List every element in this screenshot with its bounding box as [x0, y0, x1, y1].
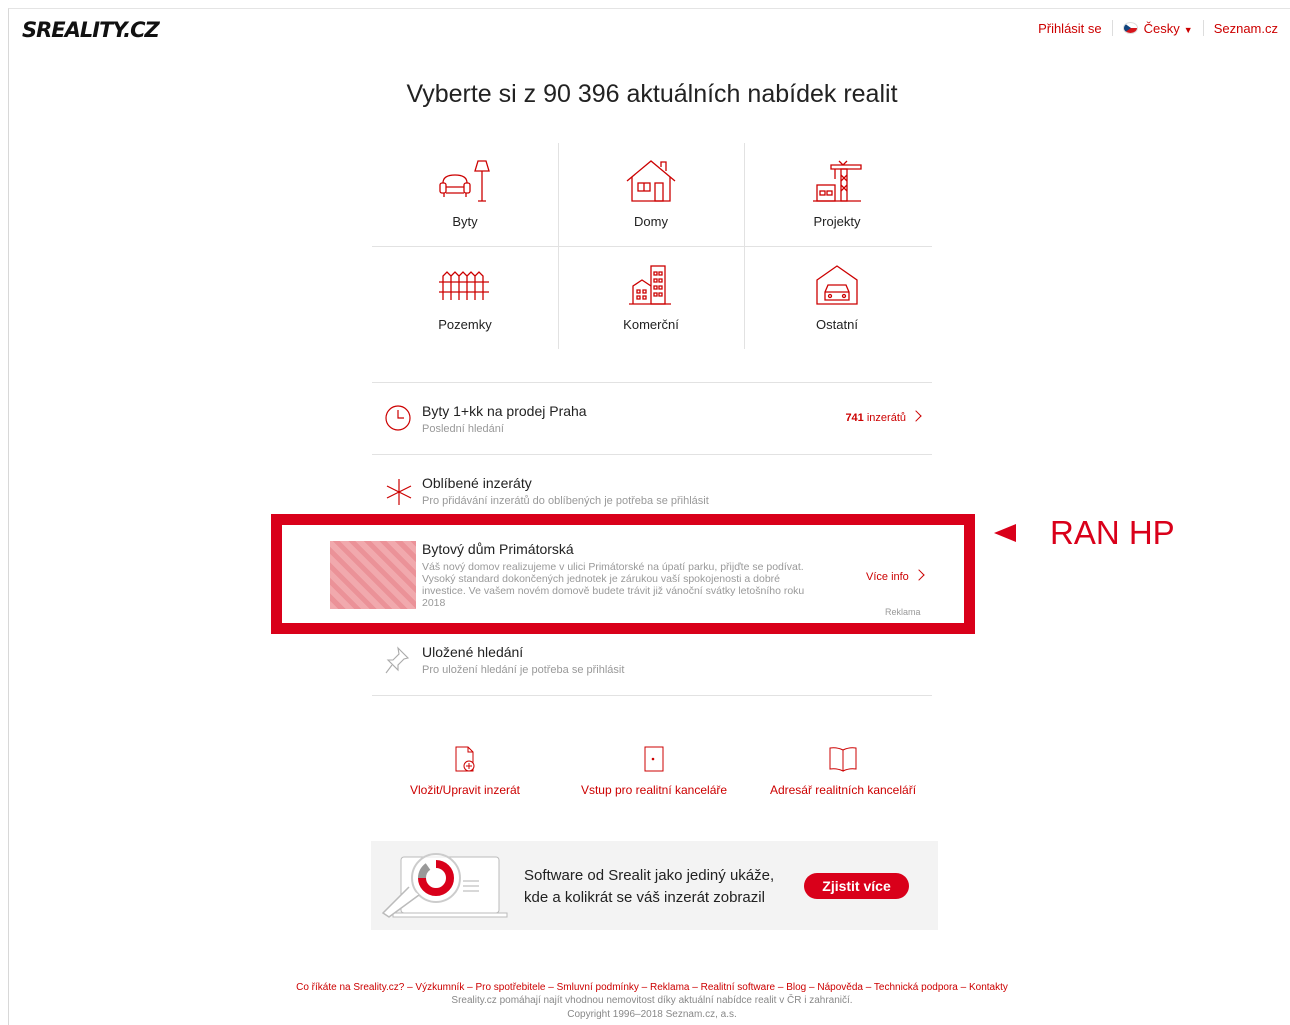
footer-link[interactable]: Blog [786, 982, 806, 993]
category-label: Projekty [813, 214, 861, 229]
footer-separator: – [545, 982, 557, 993]
quick-link-insert-listing[interactable]: Vložit/Upravit inzerát [395, 745, 535, 797]
crane-icon [813, 160, 862, 202]
quick-link-label: Adresář realitních kanceláří [769, 783, 917, 797]
caret-down-icon: ▼ [1183, 24, 1193, 35]
ad-more-info-link[interactable]: Více info [866, 569, 925, 583]
chevron-right-icon [910, 410, 922, 422]
count-number: 741 [845, 412, 864, 424]
category-grid: Byty Domy Projekty Pozemky Komerční Osta… [372, 143, 932, 349]
fence-icon [439, 271, 489, 300]
ad-title[interactable]: Bytový dům Primátorská [422, 541, 574, 557]
footer-link[interactable]: Nápověda [817, 982, 863, 993]
footer-links: Co říkáte na Sreality.cz? – Výzkumník – … [0, 982, 1290, 993]
category-pozemky[interactable]: Pozemky [372, 246, 558, 349]
footer-separator: – [404, 982, 416, 993]
footer-separator: – [464, 982, 476, 993]
favorites-row[interactable]: Oblíbené inzeráty Pro přidávání inzerátů… [372, 455, 932, 515]
annotation-label: RAN HP [1050, 514, 1175, 551]
seznam-link[interactable]: Seznam.cz [1204, 21, 1288, 36]
sreality-logo[interactable]: SREALITY.CZ [22, 18, 160, 42]
learn-more-button[interactable]: Zjistit více [804, 873, 909, 899]
footer-link[interactable]: Technická podpora [874, 982, 958, 993]
recent-search-count[interactable]: 741 inzerátů [845, 410, 922, 424]
favorites-subtitle: Pro přidávání inzerátů do oblíbených je … [422, 495, 709, 507]
category-label: Ostatní [816, 317, 858, 332]
top-navigation: Přihlásit se Česky ▼ Seznam.cz [1028, 20, 1288, 36]
footer-link[interactable]: Kontakty [969, 982, 1008, 993]
quick-link-label: Vstup pro realitní kanceláře [580, 783, 728, 797]
recent-search-row[interactable]: Byty 1+kk na prodej Praha Poslední hledá… [372, 383, 932, 454]
category-ostatni[interactable]: Ostatní [744, 246, 930, 349]
footer-link[interactable]: Smluvní podmínky [557, 982, 639, 993]
promo-line-1: Software od Srealit jako jediný ukáže, [524, 867, 775, 884]
quick-link-agency-directory[interactable]: Adresář realitních kanceláří [763, 745, 923, 797]
promo-line-2: kde a kolikrát se váš inzerát zobrazil [524, 889, 765, 906]
quick-link-label: Vložit/Upravit inzerát [409, 783, 521, 797]
page-title: Vyberte si z 90 396 aktuálních nabídek r… [406, 80, 898, 108]
count-suffix: inzerátů [866, 412, 906, 424]
ad-image[interactable] [330, 541, 416, 609]
commercial-building-icon [629, 265, 671, 305]
footer-copyright: Copyright 1996–2018 Seznam.cz, a.s. [567, 1009, 737, 1020]
house-icon [626, 160, 676, 202]
recent-search-subtitle: Poslední hledání [422, 423, 504, 435]
saved-search-title: Uložené hledání [422, 644, 524, 660]
door-icon [644, 746, 664, 772]
footer-link[interactable]: Reklama [650, 982, 689, 993]
language-label: Česky [1143, 20, 1180, 36]
saved-search-subtitle: Pro uložení hledání je potřeba se přihlá… [422, 664, 625, 676]
footer-separator: – [957, 982, 969, 993]
pin-icon [385, 646, 410, 674]
book-icon [829, 747, 857, 772]
chevron-right-icon [913, 569, 925, 581]
logo-text: SREALITY.CZ [22, 18, 160, 42]
document-add-icon [455, 746, 475, 772]
footer-separator: – [638, 982, 651, 993]
footer-separator: – [806, 982, 818, 993]
footer-separator: – [775, 982, 787, 993]
category-label: Komerční [623, 317, 679, 332]
login-link[interactable]: Přihlásit se [1028, 21, 1112, 36]
ad-more-label: Více info [866, 571, 909, 583]
category-label: Byty [452, 214, 478, 229]
language-select[interactable]: Česky ▼ [1113, 21, 1203, 36]
footer-link[interactable]: Pro spotřebitele [475, 982, 545, 993]
arrow-left-icon [994, 524, 1016, 542]
favorites-title: Oblíbené inzeráty [422, 475, 532, 491]
czech-flag-icon [1122, 21, 1138, 34]
clock-icon [385, 405, 411, 431]
garage-icon [816, 265, 858, 305]
footer-link[interactable]: Co říkáte na Sreality.cz? [296, 982, 404, 993]
footer-link[interactable]: Realitní software [701, 982, 775, 993]
category-projekty[interactable]: Projekty [744, 143, 930, 246]
saved-search-row[interactable]: Uložené hledání Pro uložení hledání je p… [372, 634, 932, 695]
footer-separator: – [862, 982, 874, 993]
category-label: Pozemky [438, 317, 492, 332]
recent-search-title: Byty 1+kk na prodej Praha [422, 403, 587, 419]
promo-text: Software od Srealit jako jediný ukáže, k… [524, 865, 774, 909]
asterisk-star-icon [386, 479, 412, 505]
divider [372, 695, 932, 696]
footer-link[interactable]: Výzkumník [415, 982, 464, 993]
category-domy[interactable]: Domy [558, 143, 744, 246]
laptop-magnifier-icon [381, 853, 508, 918]
category-byty[interactable]: Byty [372, 143, 558, 246]
category-label: Domy [634, 214, 668, 229]
footer-description: Sreality.cz pomáhají najít vhodnou nemov… [451, 995, 853, 1006]
quick-link-agency-login[interactable]: Vstup pro realitní kanceláře [574, 745, 734, 797]
ad-label: Reklama [885, 607, 921, 617]
footer-separator: – [689, 982, 701, 993]
armchair-lamp-icon [439, 160, 490, 202]
ad-description: Váš nový domov realizujeme v ulici Primá… [422, 561, 805, 609]
category-komercni[interactable]: Komerční [558, 246, 744, 349]
